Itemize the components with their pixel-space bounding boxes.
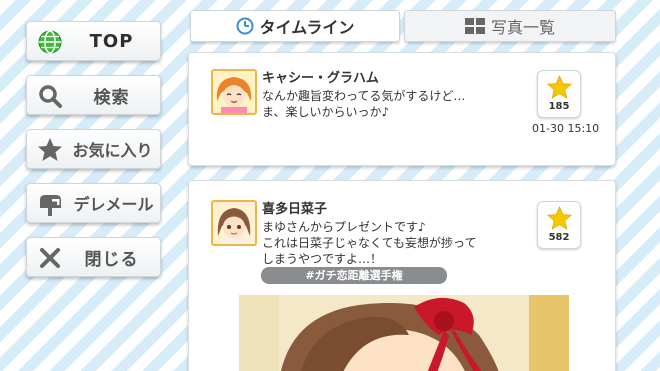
mail-icon (40, 195, 61, 216)
like-button[interactable]: 582 (537, 201, 581, 249)
close-label: 閉じる (84, 249, 139, 270)
post-text-line: これは日菜子じゃなくても妄想が捗って (262, 236, 477, 250)
timeline-post: キャシー・グラハム なんか趣旨変わってる気がするけど… ま、楽しいからいっか♪ … (188, 52, 616, 166)
grid-icon (464, 18, 485, 34)
hashtag-link[interactable]: #ガチ恋距離選手権 (261, 267, 447, 284)
like-button[interactable]: 185 (537, 70, 581, 118)
globe-icon (38, 30, 62, 54)
close-icon (40, 248, 60, 268)
post-text-line: しまうやつですよ…！ (262, 252, 383, 266)
star-icon (38, 138, 62, 161)
favorites-label: お気に入り (72, 141, 153, 160)
star-icon (547, 75, 572, 99)
timeline-post: 喜多日菜子 まゆさんからプレゼントです♪ これは日菜子じゃなくても妄想が捗って … (188, 180, 616, 371)
search-button[interactable]: 検索 (26, 75, 161, 115)
post-text: まゆさんからプレゼントです♪ これは日菜子じゃなくても妄想が捗って しまうやつで… (262, 219, 522, 267)
post-text-line: ま、楽しいからいっか♪ (262, 105, 390, 119)
search-icon (39, 85, 62, 108)
tab-timeline[interactable]: タイムライン (190, 10, 400, 42)
top-label: TOP (89, 30, 134, 52)
like-count: 185 (548, 101, 570, 112)
post-text-line: なんか趣旨変わってる気がするけど… (262, 89, 466, 103)
tab-timeline-label: タイムライン (259, 18, 355, 37)
avatar[interactable] (211, 69, 257, 115)
deremail-button[interactable]: デレメール (26, 183, 161, 223)
like-count: 582 (548, 232, 570, 243)
post-text-line: まゆさんからプレゼントです♪ (262, 220, 426, 234)
post-author: キャシー・グラハム (262, 71, 379, 86)
top-button[interactable]: TOP (26, 21, 161, 61)
post-text: なんか趣旨変わってる気がするけど… ま、楽しいからいっか♪ (262, 88, 522, 120)
tab-photos-label: 写真一覧 (490, 18, 555, 37)
search-label: 検索 (93, 87, 130, 108)
clock-icon (236, 17, 254, 35)
star-icon (547, 206, 572, 230)
post-photo[interactable] (239, 295, 569, 371)
tab-photos[interactable]: 写真一覧 (404, 10, 616, 42)
post-timestamp: 01-30 15:10 (532, 122, 600, 135)
post-author: 喜多日菜子 (262, 202, 328, 217)
close-button[interactable]: 閉じる (26, 237, 161, 277)
avatar[interactable] (211, 200, 257, 246)
deremail-label: デレメール (73, 195, 154, 214)
favorites-button[interactable]: お気に入り (26, 129, 161, 169)
